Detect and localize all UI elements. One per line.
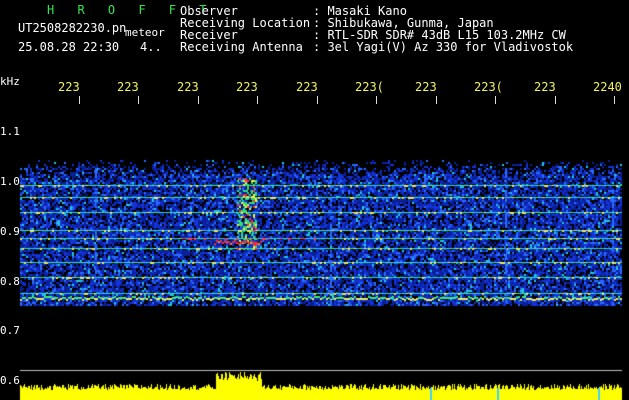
antenna-label: Receiving Antenna xyxy=(180,40,303,54)
filename-label: UT2508282230.pn xyxy=(18,21,127,35)
tag-label: meteor xyxy=(125,26,165,39)
x-tick-label: 223( xyxy=(474,80,503,94)
y-tick-label: 0.8 xyxy=(0,275,20,288)
x-tick-label: 223 xyxy=(117,80,139,94)
y-axis-unit: kHz xyxy=(0,75,20,88)
y-tick-label: 1.1 xyxy=(0,125,20,138)
y-tick-label: 0.7 xyxy=(0,324,20,337)
x-tick-mark xyxy=(495,96,496,104)
x-tick-label: 223 xyxy=(236,80,258,94)
x-tick-label: 223 xyxy=(415,80,437,94)
x-tick-label: 223 xyxy=(534,80,556,94)
x-tick-mark xyxy=(555,96,556,104)
x-tick-label: 223( xyxy=(355,80,384,94)
y-tick-label: 0.6 xyxy=(0,374,20,387)
x-tick-mark xyxy=(376,96,377,104)
x-tick-mark xyxy=(138,96,139,104)
x-tick-mark xyxy=(436,96,437,104)
counter-label: 4.. xyxy=(140,40,162,54)
x-tick-mark xyxy=(257,96,258,104)
x-tick-mark xyxy=(79,96,80,104)
x-tick-label: 223 xyxy=(296,80,318,94)
datetime-label: 25.08.28 22:30 xyxy=(18,40,120,54)
x-tick-mark xyxy=(198,96,199,104)
x-tick-label: 223 xyxy=(177,80,199,94)
x-tick-mark xyxy=(317,96,318,104)
spectrogram-display xyxy=(0,0,629,400)
antenna-value: : 3el Yagi(V) Az 330 for Vladivostok xyxy=(313,40,574,54)
y-tick-label: 0.9 xyxy=(0,225,20,238)
x-tick-mark xyxy=(614,96,615,104)
x-tick-label: 2240 xyxy=(593,80,622,94)
y-tick-label: 1.0 xyxy=(0,175,20,188)
x-tick-label: 223 xyxy=(58,80,80,94)
